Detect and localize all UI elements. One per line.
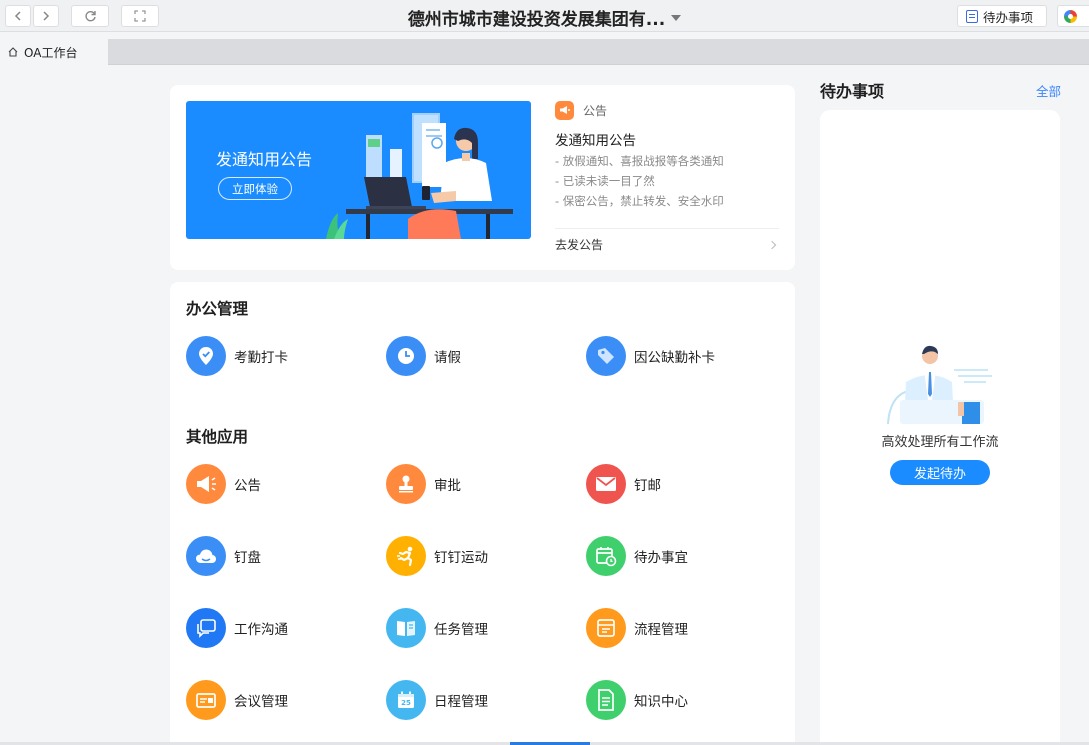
stamp-icon: [386, 464, 426, 504]
location-check-icon: [186, 336, 226, 376]
announcement-tag: 公告: [555, 99, 779, 121]
caret-down-icon: [671, 15, 682, 21]
app-label: 公告: [234, 478, 261, 494]
tab-label: OA工作台: [24, 45, 78, 60]
app-knowledge-center[interactable]: 知识中心: [586, 680, 688, 720]
app-label: 请假: [434, 350, 461, 366]
app-todo-items[interactable]: 待办事宜: [586, 536, 688, 576]
app-announcement[interactable]: 公告: [186, 464, 261, 504]
app-schedule-management[interactable]: 25 日程管理: [386, 680, 488, 720]
home-icon: [8, 47, 18, 57]
cloud-icon: [186, 536, 226, 576]
go-announce-label: 去发公告: [555, 238, 604, 252]
app-label: 钉邮: [634, 478, 661, 494]
todo-panel: 高效处理所有工作流 发起待办: [820, 110, 1060, 745]
app-ding-sport[interactable]: 钉钉运动: [386, 536, 488, 576]
app-ding-mail[interactable]: 钉邮: [586, 464, 661, 504]
todo-description: 高效处理所有工作流: [881, 435, 999, 450]
app-process-management[interactable]: 流程管理: [586, 608, 688, 648]
app-label: 日程管理: [434, 694, 488, 710]
calendar-day-glyph: 25: [401, 699, 411, 707]
chevron-right-icon: [767, 240, 777, 249]
try-now-button[interactable]: 立即体验: [218, 177, 292, 200]
title-bar: 德州市城市建设投资发展集团有... 待办事项: [0, 0, 1089, 32]
tab-bar: OA工作台: [0, 39, 1089, 65]
tab-oa-workbench[interactable]: OA工作台: [0, 39, 108, 65]
todo-panel-title: 待办事项: [820, 82, 885, 101]
banner-title: 发通知用公告: [216, 150, 313, 169]
document-icon: [586, 680, 626, 720]
announcement-point: - 已读未读一目了然: [555, 174, 655, 188]
folder-icon: [586, 608, 626, 648]
app-absence-supplement[interactable]: 因公缺勤补卡: [586, 336, 715, 376]
chat-icon: [186, 608, 226, 648]
extra-app-button[interactable]: [1057, 5, 1089, 27]
announcement-heading: 发通知用公告: [555, 133, 636, 149]
todo-list-icon: [966, 9, 978, 23]
todo-top-button[interactable]: 待办事项: [957, 5, 1047, 27]
announcement-banner[interactable]: 发通知用公告 立即体验: [186, 101, 531, 239]
office-section-title: 办公管理: [186, 300, 249, 318]
announcement-point: - 保密公告，禁止转发、安全水印: [555, 194, 724, 208]
app-label: 工作沟通: [234, 622, 288, 638]
mail-icon: [586, 464, 626, 504]
app-label: 考勤打卡: [234, 350, 288, 366]
window-title[interactable]: 德州市城市建设投资发展集团有...: [0, 5, 1089, 30]
app-work-chat[interactable]: 工作沟通: [186, 608, 288, 648]
todo-top-label: 待办事项: [983, 9, 1034, 25]
announcement-info: 公告 发通知用公告 - 放假通知、喜报战报等各类通知 - 已读未读一目了然 - …: [555, 99, 779, 209]
app-ding-disk[interactable]: 钉盘: [186, 536, 261, 576]
banner-illustration: [326, 113, 513, 239]
app-leave[interactable]: 请假: [386, 336, 461, 376]
app-label: 待办事宜: [634, 550, 688, 566]
app-label: 因公缺勤补卡: [634, 350, 715, 366]
tag-icon: [586, 336, 626, 376]
app-label: 任务管理: [434, 622, 488, 638]
app-approval[interactable]: 审批: [386, 464, 461, 504]
window-title-text: 德州市城市建设投资发展集团有...: [407, 10, 666, 30]
apps-card: 办公管理 考勤打卡 请假 因公缺勤补卡 其他应用 公告 审批 钉邮 钉盘 钉钉运…: [170, 282, 795, 745]
announcement-point: - 放假通知、喜报战报等各类通知: [555, 154, 724, 168]
book-icon: [386, 608, 426, 648]
view-all-link[interactable]: 全部: [1036, 81, 1061, 100]
meeting-icon: [186, 680, 226, 720]
app-label: 钉盘: [234, 550, 261, 566]
clock-icon: [386, 336, 426, 376]
app-label: 会议管理: [234, 694, 288, 710]
app-meeting-management[interactable]: 会议管理: [186, 680, 288, 720]
calendar-clock-icon: [586, 536, 626, 576]
create-todo-button[interactable]: 发起待办: [890, 460, 990, 485]
app-label: 审批: [434, 478, 461, 494]
go-announce-link[interactable]: 去发公告: [555, 228, 779, 260]
app-label: 知识中心: [634, 694, 688, 710]
office-worker-illustration: [887, 345, 992, 425]
app-label: 流程管理: [634, 622, 688, 638]
announcement-tag-label: 公告: [583, 103, 608, 118]
calendar-icon: 25: [386, 680, 426, 720]
app-label: 钉钉运动: [434, 550, 488, 566]
app-task-management[interactable]: 任务管理: [386, 608, 488, 648]
megaphone-icon: [186, 464, 226, 504]
announcement-card: 发通知用公告 立即体验 公告 发通知用公告 - 放假通知、喜报战报等各类通知 -…: [170, 85, 795, 270]
app-logo-icon: [1064, 9, 1077, 23]
megaphone-icon: [555, 100, 574, 120]
other-section-title: 其他应用: [186, 428, 249, 446]
app-attendance[interactable]: 考勤打卡: [186, 336, 288, 376]
runner-icon: [386, 536, 426, 576]
